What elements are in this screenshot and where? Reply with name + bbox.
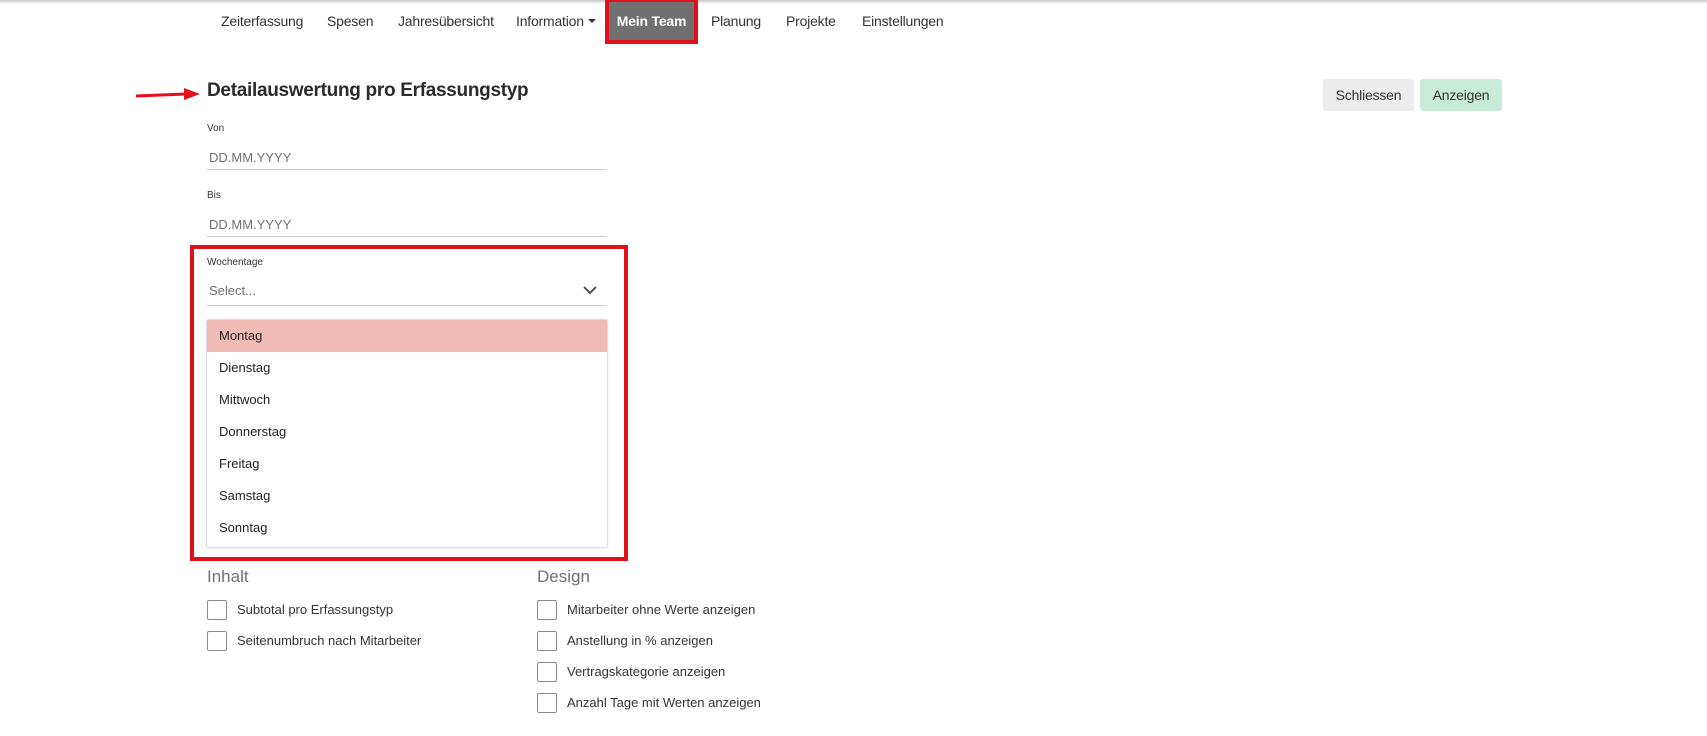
- option-mittwoch[interactable]: Mittwoch: [207, 384, 607, 416]
- design-section-title: Design: [537, 567, 590, 586]
- contract-category-label: Vertragskategorie anzeigen: [567, 664, 726, 679]
- days-with-values-label: Anzahl Tage mit Werten anzeigen: [567, 695, 761, 710]
- subtotal-label: Subtotal pro Erfassungstyp: [237, 602, 394, 617]
- to-label: Bis: [207, 190, 221, 201]
- page-break-label: Seitenumbruch nach Mitarbeiter: [237, 633, 422, 648]
- employees-without-values-label: Mitarbeiter ohne Werte anzeigen: [567, 602, 756, 617]
- option-sonntag[interactable]: Sonntag: [207, 512, 607, 544]
- nav-information-label: Information: [516, 13, 584, 29]
- weekdays-select[interactable]: Select...: [207, 278, 607, 306]
- option-montag[interactable]: Montag: [207, 320, 607, 352]
- nav-spesen[interactable]: Spesen: [327, 0, 373, 42]
- nav-planung[interactable]: Planung: [711, 0, 761, 42]
- employment-percent-checkbox[interactable]: [537, 631, 557, 651]
- annotation-arrow-icon: [135, 88, 200, 100]
- page-title: Detailauswertung pro Erfassungstyp: [207, 80, 529, 101]
- nav-projekte[interactable]: Projekte: [786, 0, 836, 42]
- subtotal-checkbox[interactable]: [207, 600, 227, 620]
- show-button[interactable]: Anzeigen: [1420, 79, 1502, 111]
- caret-down-icon: [587, 19, 596, 23]
- weekdays-label: Wochentage: [207, 257, 263, 268]
- option-dienstag[interactable]: Dienstag: [207, 352, 607, 384]
- from-label: Von: [207, 123, 225, 134]
- contract-category-checkbox[interactable]: [537, 662, 557, 682]
- page-break-checkbox[interactable]: [207, 631, 227, 651]
- nav-zeiterfassung[interactable]: Zeiterfassung: [221, 0, 303, 42]
- from-date-input[interactable]: [207, 146, 607, 170]
- weekdays-menu: Montag Dienstag Mittwoch Donnerstag Frei…: [206, 319, 608, 548]
- days-with-values-checkbox[interactable]: [537, 693, 557, 713]
- weekdays-placeholder: Select...: [209, 283, 256, 298]
- nav-einstellungen[interactable]: Einstellungen: [862, 0, 944, 42]
- to-date-input[interactable]: [207, 213, 607, 237]
- option-donnerstag[interactable]: Donnerstag: [207, 416, 607, 448]
- main-nav: Zeiterfassung Spesen Jahresübersicht Inf…: [0, 0, 1707, 44]
- chevron-down-icon: [583, 286, 597, 295]
- option-freitag[interactable]: Freitag: [207, 448, 607, 480]
- employees-without-values-checkbox[interactable]: [537, 600, 557, 620]
- close-button[interactable]: Schliessen: [1323, 79, 1414, 111]
- content-section-title: Inhalt: [207, 567, 249, 586]
- nav-information[interactable]: Information: [516, 0, 596, 42]
- nav-mein-team[interactable]: Mein Team: [609, 2, 694, 40]
- option-samstag[interactable]: Samstag: [207, 480, 607, 512]
- employment-percent-label: Anstellung in % anzeigen: [567, 633, 713, 648]
- nav-jahresuebersicht[interactable]: Jahresübersicht: [398, 0, 494, 42]
